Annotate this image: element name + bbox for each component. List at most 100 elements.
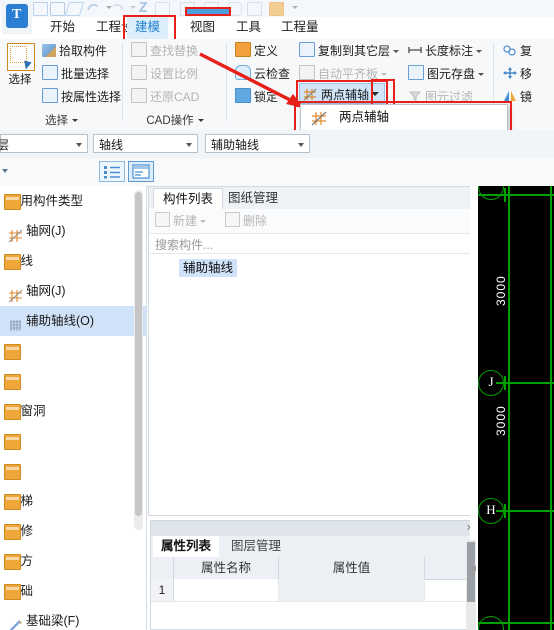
orange-icon[interactable] [269, 1, 284, 16]
tree-node-door-window[interactable]: 门窗洞 [0, 396, 146, 426]
tree-scrollbar-thumb[interactable] [135, 192, 142, 516]
chevron-down-icon [298, 143, 304, 147]
tab-component-list[interactable]: 构件列表 [153, 188, 224, 209]
property-panel: × 属性列表 图层管理 属性名称 属性值 1 [150, 520, 478, 630]
copy-button[interactable]: 复 [503, 42, 532, 61]
tab-gongchengliang[interactable]: 工程量 [273, 17, 327, 39]
pointer-icon[interactable] [136, 1, 151, 15]
detail-view-toggle[interactable] [128, 161, 154, 182]
cell-property-name[interactable] [174, 579, 279, 601]
group-label-select[interactable]: 选择 [0, 112, 123, 128]
chevron-down-icon[interactable] [476, 50, 483, 53]
tree-node-column[interactable]: 柱 [0, 336, 146, 366]
restore-cad-icon [131, 88, 147, 103]
grid-icon[interactable] [247, 1, 262, 16]
chevron-down-icon [186, 143, 192, 147]
select-region-button[interactable]: 选择 [0, 39, 40, 89]
eraser-icon[interactable] [64, 1, 85, 16]
foundation-beam-icon [8, 614, 23, 630]
delete-component-button[interactable]: 删除 [225, 212, 267, 230]
save-icon[interactable] [33, 1, 48, 16]
select-region-label: 选择 [8, 74, 32, 86]
group-label-cad[interactable]: CAD操作 [123, 112, 227, 128]
tree-node-earthwork[interactable]: 土方 [0, 546, 146, 576]
find-replace-button[interactable]: 查找替换 [131, 42, 198, 61]
tab-gongju[interactable]: 工具 [228, 17, 269, 39]
component-selector[interactable]: 辅助轴线 [205, 134, 310, 153]
chevron-down-icon [72, 119, 78, 122]
restore-cad-button[interactable]: 还原CAD [131, 88, 199, 107]
tree-node-decoration[interactable]: 装修 [0, 516, 146, 546]
grid-tick-top [504, 188, 506, 202]
cad-canvas[interactable]: J H 3000 3000 [478, 186, 554, 630]
chevron-down-icon[interactable] [478, 73, 485, 76]
toolbar-overflow-icon[interactable] [2, 169, 8, 173]
list-view-toggle[interactable] [99, 161, 125, 182]
tab-drawing-management[interactable]: 图纸管理 [219, 188, 287, 209]
tree-label: 基础梁(F) [26, 614, 80, 628]
save-as-icon[interactable] [50, 1, 65, 16]
property-select-label: 按属性选择 [61, 90, 122, 104]
batch-select-button[interactable]: 批量选择 [42, 65, 109, 84]
tree-node-axis-grid-1[interactable]: 轴网(J) [0, 216, 146, 246]
column-property-value: 属性值 [332, 561, 371, 575]
tab-layer-management[interactable]: 图层管理 [223, 536, 289, 557]
axis-label-partial-bottom [478, 616, 504, 630]
tree-scrollbar[interactable] [134, 190, 143, 530]
tree-node-foundation-beam[interactable]: 基础梁(F) [0, 606, 146, 630]
zoom-icon[interactable] [155, 1, 170, 16]
redo-icon[interactable] [110, 1, 125, 15]
tab-shitu[interactable]: 视图 [182, 17, 223, 39]
canvas-scrollbar-thumb[interactable] [467, 542, 475, 602]
canvas-vertical-scrollbar[interactable] [466, 540, 476, 630]
tab-kaishi[interactable]: 开始 [42, 17, 83, 39]
table-row[interactable]: 1 [151, 579, 477, 602]
copy-to-layer-button[interactable]: 复制到其它层 [299, 42, 400, 61]
quick-access-highlight-box [185, 7, 231, 16]
app-logo-icon[interactable] [2, 2, 32, 34]
chevron-down-icon[interactable] [393, 50, 400, 53]
aux-axis-icon [8, 314, 23, 331]
tree-node-axis[interactable]: 轴线 [0, 246, 146, 276]
tree-node-slab[interactable]: 板 [0, 456, 146, 486]
set-scale-icon [131, 65, 147, 80]
cell-property-value[interactable] [279, 579, 425, 601]
floor-selector[interactable]: 层 [0, 134, 88, 153]
component-list-item[interactable]: 辅助轴线 [179, 259, 238, 277]
tree-node-foundation[interactable]: 基础 [0, 576, 146, 606]
chevron-down-icon[interactable] [381, 73, 388, 76]
save-element-button[interactable]: 图元存盘 [408, 65, 485, 84]
set-scale-button[interactable]: 设置比例 [131, 65, 198, 84]
folder-icon [4, 464, 21, 480]
search-component-input[interactable]: 搜索构件... [150, 234, 478, 254]
tree-node-common-types[interactable]: 常用构件类型 [0, 186, 146, 216]
ribbon-group-select: 选择 拾取构件 批量选择 按属性选择 选择 [0, 39, 123, 130]
tree-node-axis-grid-2[interactable]: 轴网(J) [0, 276, 146, 306]
canvas-collapse-handle[interactable] [472, 566, 476, 571]
component-value: 辅助轴线 [211, 138, 260, 152]
tree-label: 轴网(J) [26, 284, 66, 298]
copy-to-layer-label: 复制到其它层 [318, 44, 391, 58]
copy-icon [503, 44, 517, 57]
undo-icon[interactable] [86, 1, 101, 15]
find-replace-label: 查找替换 [150, 44, 199, 58]
tree-node-stair[interactable]: 楼梯 [0, 486, 146, 516]
grid-tick-h [504, 504, 506, 518]
tree-node-wall[interactable]: 墙 [0, 366, 146, 396]
new-component-button[interactable]: 新建 [155, 212, 207, 230]
overflow-icon[interactable] [287, 1, 302, 15]
length-dimension-button[interactable]: 长度标注 [408, 42, 483, 61]
move-button[interactable]: 移 [503, 65, 532, 84]
tab-property-list[interactable]: 属性列表 [153, 536, 220, 557]
category-selector[interactable]: 轴线 [93, 134, 198, 153]
component-type-tree: 常用构件类型 轴网(J) 轴线 轴网(J) 辅助轴线(O) 柱 墙 门窗洞 梁 … [0, 186, 147, 630]
chevron-down-icon [197, 119, 204, 122]
property-select-button[interactable]: 按属性选择 [42, 88, 121, 107]
pick-component-button[interactable]: 拾取构件 [42, 42, 107, 61]
tree-node-beam[interactable]: 梁 [0, 426, 146, 456]
axis-grid-icon [8, 224, 23, 243]
folder-icon [4, 584, 21, 600]
tree-node-aux-axis[interactable]: 辅助轴线(O) [0, 306, 146, 336]
search-placeholder: 搜索构件... [155, 238, 214, 252]
save-element-label: 图元存盘 [427, 67, 476, 81]
